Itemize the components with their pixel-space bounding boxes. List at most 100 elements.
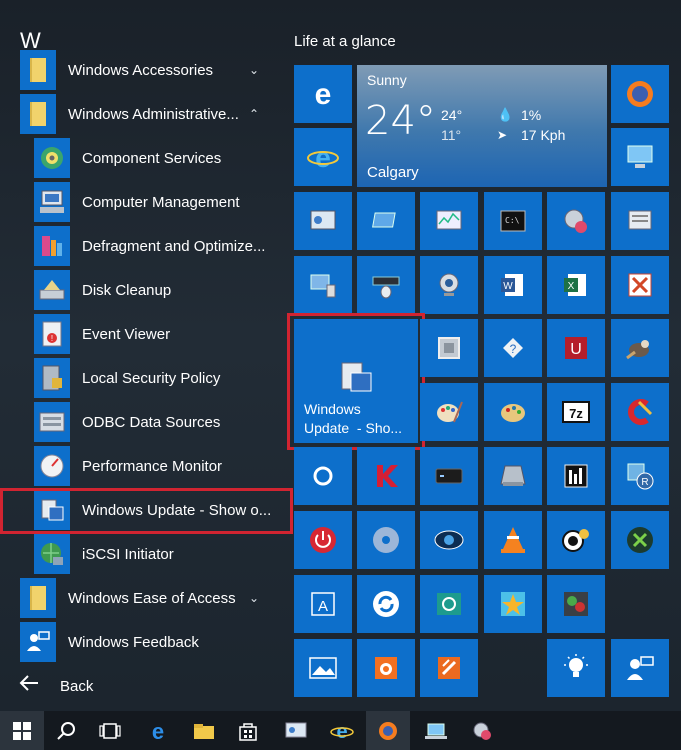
tile-sync[interactable]	[357, 575, 415, 633]
tile-kaspersky[interactable]	[357, 447, 415, 505]
firefox-icon	[627, 81, 653, 107]
tile-powerpoint[interactable]	[611, 256, 669, 314]
tile-paint[interactable]	[420, 383, 478, 441]
tile-reset[interactable]	[420, 575, 478, 633]
tile-excel[interactable]: X	[547, 256, 605, 314]
edge-icon: e	[315, 79, 332, 109]
word-icon: W	[501, 274, 523, 296]
drive-icon	[500, 465, 526, 486]
app-list-item-performance-monitor[interactable]: Performance Monitor	[34, 446, 275, 486]
taskbar-edge[interactable]: e	[136, 711, 180, 750]
performance-monitor-icon	[34, 446, 70, 486]
app-list-item-label: Defragment and Optimize...	[82, 237, 266, 255]
folder-icon	[20, 50, 56, 90]
tile-tips[interactable]	[547, 639, 605, 697]
tile-mouse-keyboard[interactable]	[357, 256, 415, 314]
tile-action-center[interactable]	[357, 192, 415, 250]
tile-utility[interactable]	[611, 511, 669, 569]
app-list-item-windows-accessories[interactable]: Windows Accessories ⌄	[20, 50, 275, 90]
tile-ccleaner[interactable]	[611, 383, 669, 441]
tile-resource-monitor[interactable]	[420, 192, 478, 250]
tile-word[interactable]: W	[484, 256, 542, 314]
tile-system-configuration[interactable]	[611, 192, 669, 250]
tile-weather[interactable]: Sunny 24° 24° 11° 💧 1% ➤ 17 Kph Calgary	[357, 65, 607, 187]
tile-cortana[interactable]	[294, 447, 352, 505]
webcam-icon	[439, 273, 459, 296]
tile-game[interactable]	[547, 575, 605, 633]
app-list-item-windows-administrative-tools[interactable]: Windows Administrative... ⌃	[20, 94, 275, 134]
app-list-item-windows-ease-of-access[interactable]: Windows Ease of Access ⌄	[20, 578, 275, 618]
iscsi-icon	[34, 534, 70, 574]
taskbar-file-explorer[interactable]	[182, 711, 226, 750]
devices-icon	[310, 274, 336, 298]
tile-feedback[interactable]	[611, 639, 669, 697]
weather-wind: 17 Kph	[521, 127, 566, 143]
tile-system-tool[interactable]	[420, 319, 478, 377]
taskbar-internet-explorer[interactable]: e	[320, 711, 364, 750]
tile-disc-burner[interactable]	[357, 511, 415, 569]
tile-internet-explorer[interactable]: e	[294, 128, 352, 186]
svg-text:e: e	[315, 79, 332, 109]
app-list-item-local-security-policy[interactable]: Local Security Policy	[34, 358, 275, 398]
tile-vlc[interactable]	[484, 511, 542, 569]
app-list-item-odbc-data-sources[interactable]: ODBC Data Sources	[34, 402, 275, 442]
app-list-item-label: Windows Accessories	[68, 61, 214, 79]
taskbar-search-button[interactable]	[44, 711, 88, 750]
tile-camera[interactable]	[357, 639, 415, 697]
tile-registry-editor[interactable]: R	[611, 447, 669, 505]
tile-gimp[interactable]	[611, 319, 669, 377]
tile-tv-box[interactable]	[420, 447, 478, 505]
app-list-item-label: Local Security Policy	[82, 369, 221, 387]
app-list-item-disk-cleanup[interactable]: Disk Cleanup	[34, 270, 275, 310]
start-button[interactable]	[0, 711, 44, 750]
app-list-item-event-viewer[interactable]: ! Event Viewer	[34, 314, 275, 354]
app-list-item-iscsi-initiator[interactable]: iSCSI Initiator	[34, 534, 275, 574]
tile-control-panel[interactable]	[294, 192, 352, 250]
app-list-item-computer-management[interactable]: Computer Management	[34, 182, 275, 222]
tile-command-prompt[interactable]: C:\	[484, 192, 542, 250]
app-list-item-label: Windows Feedback	[68, 633, 199, 651]
back-arrow-icon	[18, 674, 48, 698]
tile-services[interactable]	[547, 192, 605, 250]
tile-7zip[interactable]: 7z	[547, 383, 605, 441]
tile-favorites[interactable]	[484, 575, 542, 633]
app-list-item-defragment-and-optimize[interactable]: Defragment and Optimize...	[34, 226, 275, 266]
tile-office-lens[interactable]	[420, 639, 478, 697]
app-list-item-label: iSCSI Initiator	[82, 545, 174, 563]
chevron-down-icon[interactable]: ⌄	[245, 63, 263, 77]
back-button[interactable]: Back	[18, 674, 93, 698]
tile-help[interactable]: ?	[484, 319, 542, 377]
app-list-item-component-services[interactable]: Component Services	[34, 138, 275, 178]
tile-fresh-paint[interactable]	[484, 383, 542, 441]
taskbar-store[interactable]	[226, 711, 270, 750]
tile-photos[interactable]	[294, 639, 352, 697]
taskbar-control-panel[interactable]	[274, 711, 318, 750]
tile-screen-capture[interactable]	[547, 511, 605, 569]
chevron-up-icon[interactable]: ⌃	[245, 107, 263, 121]
camera-icon	[375, 657, 397, 679]
task-view-button[interactable]	[88, 711, 132, 750]
tile-uninstaller[interactable]: U	[547, 319, 605, 377]
tile-snipping[interactable]: A	[294, 575, 352, 633]
tile-firefox[interactable]	[611, 65, 669, 123]
tile-webcam[interactable]	[420, 256, 478, 314]
tile-backup[interactable]	[484, 447, 542, 505]
palette-icon	[501, 404, 525, 422]
local-security-policy-icon	[34, 358, 70, 398]
tile-power[interactable]	[294, 511, 352, 569]
chevron-down-icon[interactable]: ⌄	[245, 591, 263, 605]
powerpoint-icon	[628, 273, 652, 297]
tile-media-player[interactable]	[420, 511, 478, 569]
tile-devices-and-printers[interactable]	[294, 256, 352, 314]
taskbar-firefox[interactable]	[366, 711, 410, 750]
app-list-item-windows-feedback[interactable]: Windows Feedback	[20, 622, 275, 662]
weather-city: Calgary	[367, 164, 419, 181]
tile-this-pc[interactable]	[611, 128, 669, 186]
taskbar-this-pc[interactable]	[414, 711, 458, 750]
font-a-icon: A	[311, 592, 335, 616]
tile-microsoft-edge[interactable]: e	[294, 65, 352, 123]
ccleaner-icon	[628, 399, 653, 425]
tile-equalizer[interactable]	[547, 447, 605, 505]
tile-group-title[interactable]: Life at a glance	[294, 33, 396, 50]
taskbar-services[interactable]	[460, 711, 504, 750]
